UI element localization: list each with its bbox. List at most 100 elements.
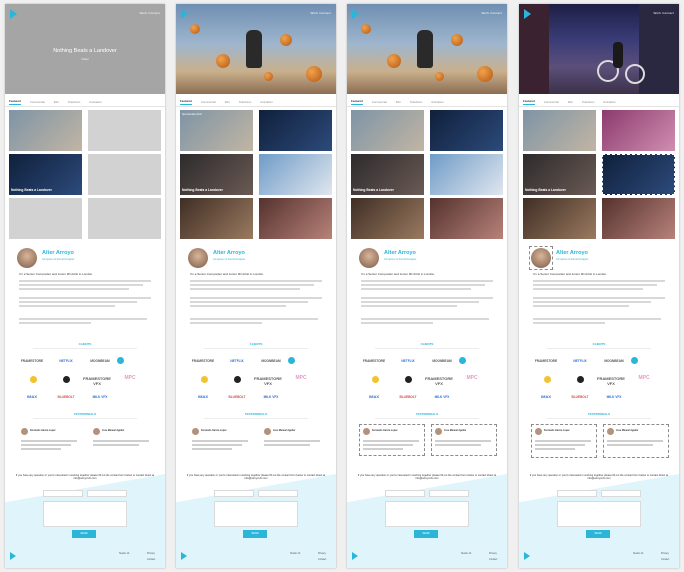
tab-animation[interactable]: Animation: [603, 100, 615, 104]
client-logo: IMAX: [198, 394, 208, 399]
profile-role: Composer & Sound Designer: [42, 258, 75, 261]
name-field[interactable]: [557, 490, 597, 497]
footer-link[interactable]: Contact: [147, 558, 155, 561]
footer-link[interactable]: Studio 1A: [119, 552, 129, 555]
top-nav[interactable]: Work Contact: [139, 11, 160, 15]
tab-film[interactable]: Film: [396, 100, 401, 104]
tab-film[interactable]: Film: [225, 100, 230, 104]
thumbnail[interactable]: [430, 198, 503, 239]
category-tabs: Featured Commercial Film Television Anim…: [5, 97, 165, 107]
tab-commercial[interactable]: Commercial: [30, 100, 45, 104]
footer-link[interactable]: Contact: [318, 558, 326, 561]
thumbnail[interactable]: [602, 110, 675, 151]
footer-link[interactable]: Privacy: [318, 552, 326, 555]
footer-link[interactable]: Contact: [661, 558, 669, 561]
send-button[interactable]: SEND: [414, 530, 438, 538]
thumbnail[interactable]: [351, 110, 424, 151]
send-button[interactable]: SEND: [72, 530, 96, 538]
text-line: [190, 318, 318, 320]
tab-animation[interactable]: Animation: [260, 100, 272, 104]
thumbnail[interactable]: [430, 110, 503, 151]
footer-logo-icon[interactable]: [181, 552, 187, 560]
thumbnail[interactable]: [259, 110, 332, 151]
footer-link[interactable]: Privacy: [661, 552, 669, 555]
footer-link[interactable]: Privacy: [489, 552, 497, 555]
footer-link[interactable]: Contact: [489, 558, 497, 561]
email-field[interactable]: [429, 490, 469, 497]
thumbnail[interactable]: [430, 154, 503, 195]
avatar: [192, 428, 199, 435]
message-field[interactable]: [214, 501, 298, 527]
thumbnail-placeholder[interactable]: [88, 154, 161, 195]
basketball-icon: [306, 66, 322, 82]
thumbnail[interactable]: [259, 154, 332, 195]
tab-featured[interactable]: Featured: [523, 99, 535, 105]
tab-featured[interactable]: Featured: [9, 99, 21, 105]
footer-link[interactable]: Privacy: [147, 552, 155, 555]
top-nav[interactable]: Work Contact: [653, 11, 674, 15]
email-field[interactable]: [87, 490, 127, 497]
logo-icon[interactable]: [10, 9, 17, 19]
thumbnail[interactable]: Nothing Beats a Landover: [523, 154, 596, 195]
tab-commercial[interactable]: Commercial: [544, 100, 559, 104]
thumbnail[interactable]: Nothing Beats a Landover: [351, 154, 424, 195]
tab-featured[interactable]: Featured: [180, 99, 192, 105]
footer-link[interactable]: Studio 1A: [290, 552, 300, 555]
profile-name: Alter Arroyo: [556, 250, 588, 256]
tab-animation[interactable]: Animation: [431, 100, 443, 104]
logo-icon[interactable]: [352, 9, 359, 19]
tab-commercial[interactable]: Commercial: [372, 100, 387, 104]
building: [639, 4, 679, 94]
email-field[interactable]: [258, 490, 298, 497]
email-field[interactable]: [601, 490, 641, 497]
thumbnail[interactable]: [523, 110, 596, 151]
footer-logo-icon[interactable]: [352, 552, 358, 560]
thumbnail[interactable]: [523, 198, 596, 239]
message-field[interactable]: [385, 501, 469, 527]
basketball-icon: [264, 72, 273, 81]
thumbnail[interactable]: Nothing Beats a Landover: [180, 154, 253, 195]
tab-television[interactable]: Television: [410, 100, 422, 104]
tab-commercial[interactable]: Commercial: [201, 100, 216, 104]
client-logo: IMAX: [27, 394, 37, 399]
tab-film[interactable]: Film: [568, 100, 573, 104]
thumbnail-placeholder[interactable]: [88, 110, 161, 151]
message-field[interactable]: [43, 501, 127, 527]
clients-title: CLIENTS: [592, 342, 606, 346]
thumbnail-placeholder[interactable]: [9, 198, 82, 239]
thumbnail[interactable]: Spectaculars Roll: [180, 110, 253, 151]
footer-link[interactable]: Studio 1A: [633, 552, 643, 555]
footer-logo-icon[interactable]: [10, 552, 16, 560]
thumbnail[interactable]: [602, 154, 675, 195]
tab-animation[interactable]: Animation: [89, 100, 101, 104]
thumbnail[interactable]: [180, 198, 253, 239]
send-button[interactable]: SEND: [586, 530, 610, 538]
thumbnail-label: Nothing Beats a Landover: [11, 188, 52, 192]
avatar: [535, 428, 542, 435]
thumbnail[interactable]: [9, 110, 82, 151]
send-button[interactable]: SEND: [243, 530, 267, 538]
footer-logo-icon[interactable]: [524, 552, 530, 560]
message-field[interactable]: [557, 501, 641, 527]
tab-television[interactable]: Television: [239, 100, 251, 104]
thumbnail[interactable]: [259, 198, 332, 239]
text-line: [19, 297, 151, 299]
name-field[interactable]: [214, 490, 254, 497]
tab-television[interactable]: Television: [68, 100, 80, 104]
name-field[interactable]: [385, 490, 425, 497]
tab-television[interactable]: Television: [582, 100, 594, 104]
top-nav[interactable]: Work Contact: [310, 11, 331, 15]
thumbnail[interactable]: [602, 198, 675, 239]
text-line: [533, 322, 605, 324]
thumbnail-placeholder[interactable]: [88, 198, 161, 239]
top-nav[interactable]: Work Contact: [481, 11, 502, 15]
thumbnail[interactable]: [351, 198, 424, 239]
footer-link[interactable]: Studio 1A: [461, 552, 471, 555]
logo-icon[interactable]: [524, 9, 531, 19]
logo-icon[interactable]: [181, 9, 188, 19]
client-logo-icon: [30, 376, 37, 383]
tab-featured[interactable]: Featured: [351, 99, 363, 105]
name-field[interactable]: [43, 490, 83, 497]
thumbnail[interactable]: Nothing Beats a Landover: [9, 154, 82, 195]
tab-film[interactable]: Film: [54, 100, 59, 104]
